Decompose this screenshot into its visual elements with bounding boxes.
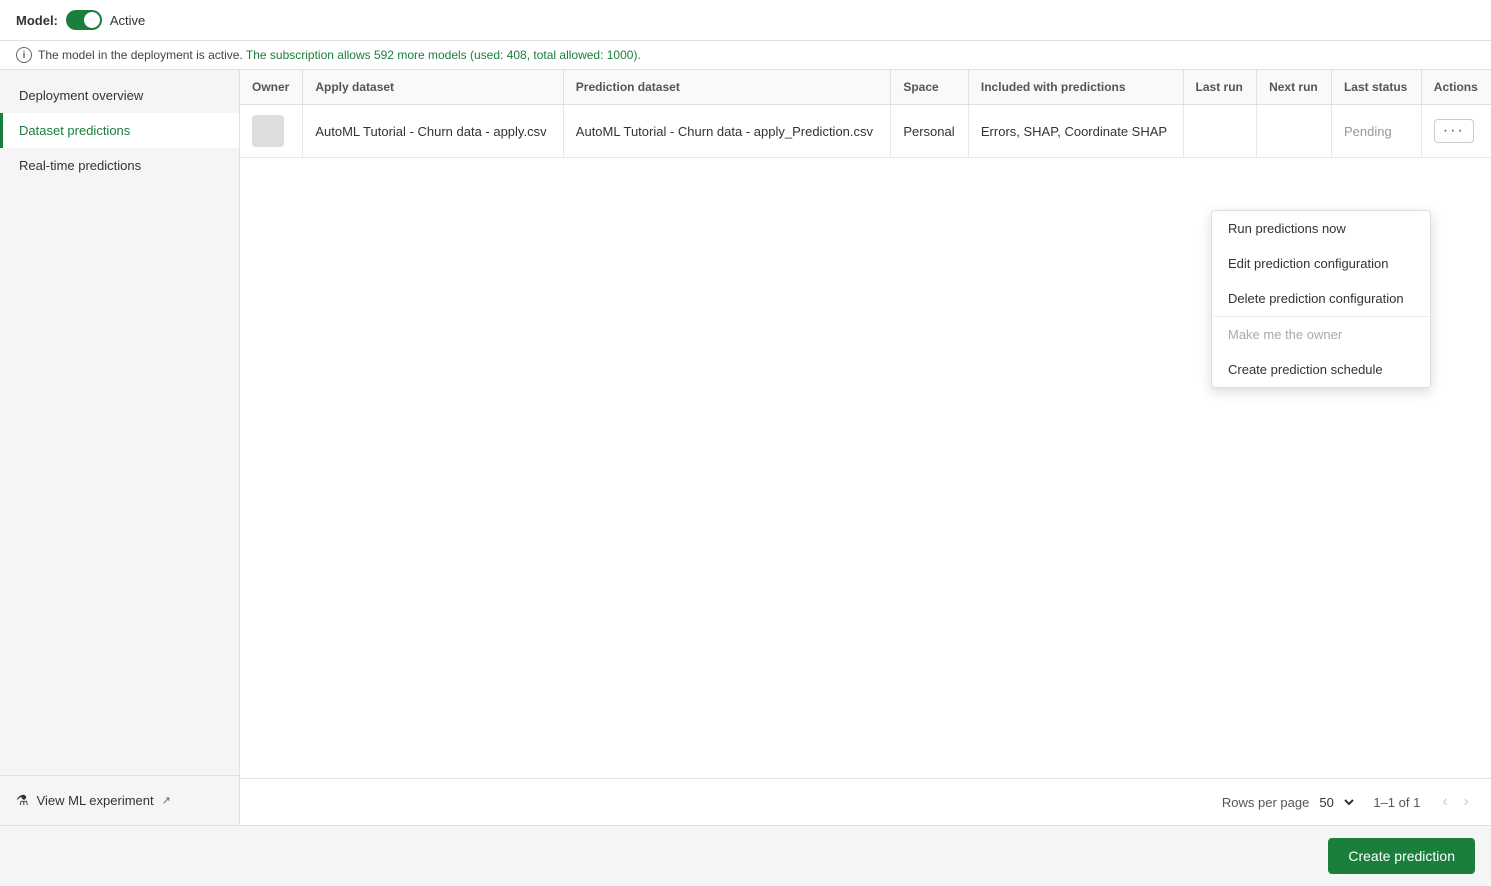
bottom-bar: Create prediction <box>0 825 1491 886</box>
sidebar-item-dataset-predictions-label: Dataset predictions <box>19 123 130 138</box>
cell-space: Personal <box>891 105 969 158</box>
col-owner: Owner <box>240 70 303 105</box>
space-value: Personal <box>903 124 954 139</box>
rows-per-page-select[interactable]: 50 25 100 <box>1315 794 1357 811</box>
prev-page-button[interactable]: ‹ <box>1436 789 1453 815</box>
main-layout: Deployment overview Dataset predictions … <box>0 70 1491 825</box>
info-text-green: The subscription allows 592 more models … <box>246 48 641 62</box>
cell-prediction-dataset: AutoML Tutorial - Churn data - apply_Pre… <box>563 105 891 158</box>
col-last-run: Last run <box>1183 70 1257 105</box>
cell-included-with-predictions: Errors, SHAP, Coordinate SHAP <box>968 105 1183 158</box>
actions-dropdown-menu: Run predictions now Edit prediction conf… <box>1211 210 1431 388</box>
table-container: Owner Apply dataset Prediction dataset S… <box>240 70 1491 778</box>
top-bar: Model: Active <box>0 0 1491 41</box>
sidebar: Deployment overview Dataset predictions … <box>0 70 240 825</box>
cell-last-run <box>1183 105 1257 158</box>
actions-menu-button[interactable]: ··· <box>1434 119 1474 143</box>
cell-next-run <box>1257 105 1332 158</box>
pagination-bar: Rows per page 50 25 100 1–1 of 1 ‹ › <box>240 778 1491 825</box>
predictions-table: Owner Apply dataset Prediction dataset S… <box>240 70 1491 158</box>
model-label: Model: <box>16 13 58 28</box>
info-bar: i The model in the deployment is active.… <box>0 41 1491 70</box>
apply-dataset-value: AutoML Tutorial - Churn data - apply.csv <box>315 124 546 139</box>
info-text-normal: The model in the deployment is active. <box>38 48 243 62</box>
dropdown-delete-prediction-config[interactable]: Delete prediction configuration <box>1212 281 1430 316</box>
col-included-with-predictions: Included with predictions <box>968 70 1183 105</box>
external-link-icon: ↗ <box>162 794 171 807</box>
included-value: Errors, SHAP, Coordinate SHAP <box>981 124 1167 139</box>
sidebar-item-dataset-predictions[interactable]: Dataset predictions <box>0 113 239 148</box>
avatar <box>252 115 284 147</box>
dropdown-edit-prediction-config[interactable]: Edit prediction configuration <box>1212 246 1430 281</box>
cell-last-status: Pending <box>1331 105 1421 158</box>
cell-apply-dataset: AutoML Tutorial - Churn data - apply.csv <box>303 105 563 158</box>
page-info: 1–1 of 1 <box>1373 795 1420 810</box>
info-text: The model in the deployment is active. T… <box>38 48 641 62</box>
dropdown-make-me-owner: Make me the owner <box>1212 317 1430 352</box>
col-prediction-dataset: Prediction dataset <box>563 70 891 105</box>
dropdown-create-prediction-schedule[interactable]: Create prediction schedule <box>1212 352 1430 387</box>
rows-per-page: Rows per page 50 25 100 <box>1222 794 1357 811</box>
model-status-text: Active <box>110 13 145 28</box>
col-actions: Actions <box>1421 70 1491 105</box>
create-prediction-button[interactable]: Create prediction <box>1328 838 1475 874</box>
status-badge: Pending <box>1344 124 1392 139</box>
col-apply-dataset: Apply dataset <box>303 70 563 105</box>
cell-actions: ··· <box>1421 105 1491 158</box>
col-next-run: Next run <box>1257 70 1332 105</box>
col-space: Space <box>891 70 969 105</box>
app-container: Model: Active i The model in the deploym… <box>0 0 1491 886</box>
model-toggle[interactable] <box>66 10 102 30</box>
next-page-button[interactable]: › <box>1458 789 1475 815</box>
sidebar-item-real-time-predictions-label: Real-time predictions <box>19 158 141 173</box>
sidebar-item-deployment-overview[interactable]: Deployment overview <box>0 78 239 113</box>
toggle-knob <box>84 12 100 28</box>
experiment-icon: ⚗ <box>16 792 29 809</box>
table-row: AutoML Tutorial - Churn data - apply.csv… <box>240 105 1491 158</box>
sidebar-item-real-time-predictions[interactable]: Real-time predictions <box>0 148 239 183</box>
table-header-row: Owner Apply dataset Prediction dataset S… <box>240 70 1491 105</box>
page-nav: ‹ › <box>1436 789 1475 815</box>
sidebar-bottom-label: View ML experiment <box>37 793 154 808</box>
sidebar-view-ml-experiment[interactable]: ⚗ View ML experiment ↗ <box>0 775 239 825</box>
info-icon: i <box>16 47 32 63</box>
sidebar-item-deployment-overview-label: Deployment overview <box>19 88 143 103</box>
rows-per-page-label: Rows per page <box>1222 795 1309 810</box>
col-last-status: Last status <box>1331 70 1421 105</box>
content-area: Owner Apply dataset Prediction dataset S… <box>240 70 1491 825</box>
dropdown-run-predictions[interactable]: Run predictions now <box>1212 211 1430 246</box>
cell-owner <box>240 105 303 158</box>
model-status: Model: Active <box>16 10 1475 30</box>
prediction-dataset-value: AutoML Tutorial - Churn data - apply_Pre… <box>576 124 873 139</box>
